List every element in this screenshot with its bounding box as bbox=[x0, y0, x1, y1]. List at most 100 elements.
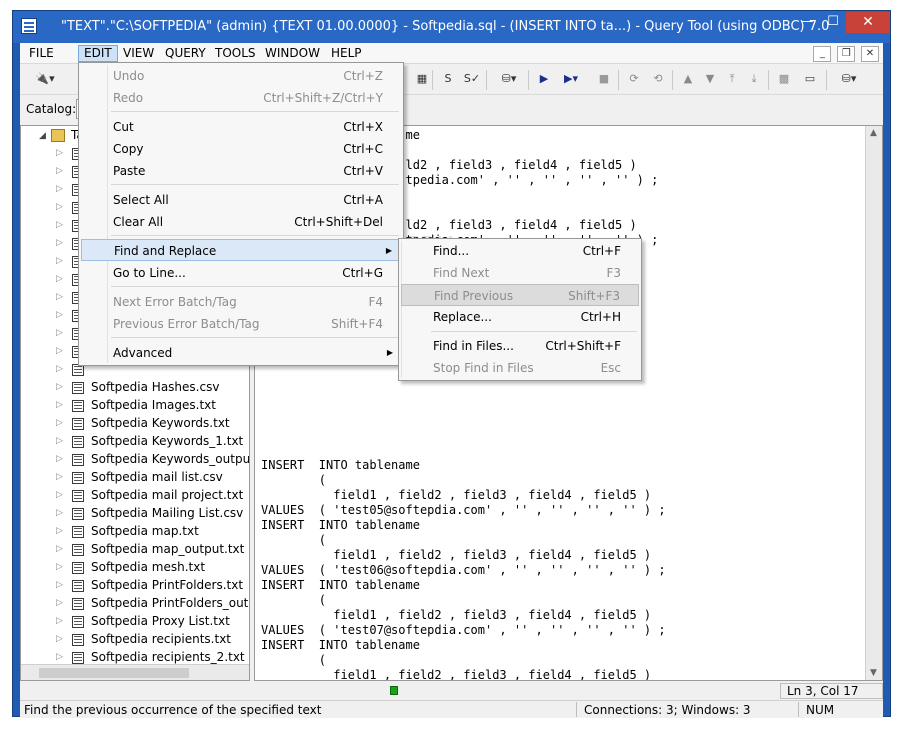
expand-icon[interactable]: ▷ bbox=[56, 184, 63, 194]
editor-vertical-scrollbar[interactable]: ▲ ▼ bbox=[865, 126, 882, 680]
menu-tools[interactable]: TOOLS bbox=[210, 45, 261, 62]
run-icon[interactable]: ▶ bbox=[534, 69, 554, 89]
menu-clear-all[interactable]: Clear All Ctrl+Shift+Del bbox=[81, 211, 401, 233]
expand-icon[interactable]: ▷ bbox=[56, 472, 63, 482]
tree-item[interactable]: ▷ Softpedia mail project.txt bbox=[21, 487, 249, 505]
tree-item[interactable]: ▷ Softpedia PrintFolders.txt bbox=[21, 577, 249, 595]
menu-go-to-line[interactable]: Go to Line... Ctrl+G bbox=[81, 262, 401, 284]
menu-select-all[interactable]: Select All Ctrl+A bbox=[81, 189, 401, 211]
expand-icon[interactable]: ▷ bbox=[56, 400, 63, 410]
menu-help[interactable]: HELP bbox=[326, 45, 367, 62]
menu-redo[interactable]: Redo Ctrl+Shift+Z/Ctrl+Y bbox=[81, 87, 401, 109]
menu-find-next[interactable]: Find Next F3 bbox=[401, 262, 639, 284]
mdi-restore-button[interactable]: ❐ bbox=[837, 46, 856, 62]
menu-cut[interactable]: Cut Ctrl+X bbox=[81, 116, 401, 138]
connect-icon[interactable]: 🔌▾ bbox=[30, 69, 60, 89]
sql-check-icon[interactable]: S✓ bbox=[462, 69, 482, 89]
stop-icon[interactable]: ■ bbox=[594, 69, 614, 89]
menu-view[interactable]: VIEW bbox=[118, 45, 159, 62]
tree-item[interactable]: ▷ Softpedia Keywords_outpu bbox=[21, 451, 249, 469]
tree-item[interactable]: ▷ Softpedia mesh.txt bbox=[21, 559, 249, 577]
expand-icon[interactable]: ▷ bbox=[56, 526, 63, 536]
panel-icon[interactable]: ▭ bbox=[800, 69, 820, 89]
tree-item[interactable]: ▷ Softpedia recipients.txt bbox=[21, 631, 249, 649]
tree-item[interactable]: ▷ Softpedia Images.txt bbox=[21, 397, 249, 415]
tree-item[interactable]: ▷ Softpedia Hashes.csv bbox=[21, 379, 249, 397]
menu-file[interactable]: FILE bbox=[24, 45, 59, 62]
expand-icon[interactable]: ▷ bbox=[56, 616, 63, 626]
menu-find-in-files[interactable]: Find in Files... Ctrl+Shift+F bbox=[401, 335, 639, 357]
expand-icon[interactable]: ▷ bbox=[56, 148, 63, 158]
collapse-icon[interactable]: ◢ bbox=[39, 131, 46, 141]
scroll-up-icon[interactable]: ▲ bbox=[870, 128, 877, 138]
tree-item[interactable]: ▷ Softpedia Keywords.txt bbox=[21, 415, 249, 433]
expand-icon[interactable]: ▷ bbox=[56, 490, 63, 500]
tree-item[interactable]: ▷ Softpedia PrintFolders_out bbox=[21, 595, 249, 613]
title-bar[interactable]: "TEXT"."C:\SOFTPEDIA" (admin) {TEXT 01.0… bbox=[13, 11, 890, 43]
menu-query[interactable]: QUERY bbox=[160, 45, 211, 62]
sql-icon[interactable]: S bbox=[438, 69, 458, 89]
menu-find[interactable]: Find... Ctrl+F bbox=[401, 240, 639, 262]
expand-icon[interactable]: ▷ bbox=[56, 346, 63, 356]
expand-icon[interactable]: ▷ bbox=[56, 166, 63, 176]
run-to-file-icon[interactable]: ▶▾ bbox=[556, 69, 586, 89]
expand-icon[interactable]: ▷ bbox=[56, 328, 63, 338]
expand-icon[interactable]: ▷ bbox=[56, 436, 63, 446]
rollback-icon[interactable]: ⟲ bbox=[648, 69, 668, 89]
expand-icon[interactable]: ▷ bbox=[56, 292, 63, 302]
tree-item[interactable]: ▷ Softpedia Mailing List.csv bbox=[21, 505, 249, 523]
expand-icon[interactable]: ▷ bbox=[56, 220, 63, 230]
tree-horizontal-scrollbar[interactable] bbox=[21, 664, 249, 680]
tb-hidden-icon[interactable]: ▦ bbox=[412, 69, 432, 89]
app-icon[interactable] bbox=[21, 18, 37, 34]
mdi-close-button[interactable]: ✕ bbox=[861, 46, 879, 62]
menu-paste[interactable]: Paste Ctrl+V bbox=[81, 160, 401, 182]
menu-replace[interactable]: Replace... Ctrl+H bbox=[401, 306, 639, 328]
scroll-down-icon[interactable]: ▼ bbox=[870, 668, 877, 678]
mdi-minimize-button[interactable]: _ bbox=[813, 46, 832, 62]
expand-icon[interactable]: ▷ bbox=[56, 364, 63, 374]
tree-item[interactable]: ▷ Softpedia mail list.csv bbox=[21, 469, 249, 487]
move-top-icon[interactable]: ⤒ bbox=[722, 69, 742, 89]
menu-undo[interactable]: Undo Ctrl+Z bbox=[81, 65, 401, 87]
expand-icon[interactable]: ▷ bbox=[56, 202, 63, 212]
expand-icon[interactable]: ▷ bbox=[56, 454, 63, 464]
expand-icon[interactable]: ▷ bbox=[56, 310, 63, 320]
close-button[interactable]: ✕ bbox=[846, 12, 890, 33]
expand-icon[interactable]: ▷ bbox=[56, 544, 63, 554]
expand-icon[interactable]: ▷ bbox=[56, 508, 63, 518]
expand-icon[interactable]: ▷ bbox=[56, 580, 63, 590]
options-icon[interactable]: ⛁▾ bbox=[832, 69, 866, 89]
expand-icon[interactable]: ▷ bbox=[56, 238, 63, 248]
menu-next-error[interactable]: Next Error Batch/Tag F4 bbox=[81, 291, 401, 313]
expand-icon[interactable]: ▷ bbox=[56, 274, 63, 284]
move-up-icon[interactable]: ▲ bbox=[678, 69, 698, 89]
tree-item[interactable]: ▷ Softpedia map_output.txt bbox=[21, 541, 249, 559]
commit-icon[interactable]: ⟳ bbox=[624, 69, 644, 89]
menu-find-previous[interactable]: Find Previous Shift+F3 bbox=[401, 284, 639, 306]
expand-icon[interactable]: ▷ bbox=[56, 562, 63, 572]
expand-icon[interactable]: ▷ bbox=[56, 598, 63, 608]
expand-icon[interactable]: ▷ bbox=[56, 418, 63, 428]
expand-icon[interactable]: ▷ bbox=[56, 652, 63, 662]
menu-window[interactable]: WINDOW bbox=[260, 45, 325, 62]
expand-icon[interactable]: ▷ bbox=[56, 382, 63, 392]
expand-icon[interactable]: ▷ bbox=[56, 634, 63, 644]
menu-edit[interactable]: EDIT bbox=[78, 45, 118, 62]
tree-item[interactable]: ▷ Softpedia map.txt bbox=[21, 523, 249, 541]
menu-previous-error[interactable]: Previous Error Batch/Tag Shift+F4 bbox=[81, 313, 401, 335]
menu-find-and-replace[interactable]: Find and Replace ▶ bbox=[81, 239, 401, 261]
table-icon bbox=[72, 544, 84, 556]
menu-stop-find-in-files[interactable]: Stop Find in Files Esc bbox=[401, 357, 639, 379]
menu-copy[interactable]: Copy Ctrl+C bbox=[81, 138, 401, 160]
move-bottom-icon[interactable]: ⤓ bbox=[744, 69, 764, 89]
move-down-icon[interactable]: ▼ bbox=[700, 69, 720, 89]
menu-advanced[interactable]: Advanced ▶ bbox=[81, 342, 401, 364]
tree-item[interactable]: ▷ Softpedia Keywords_1.txt bbox=[21, 433, 249, 451]
grid-icon[interactable]: ▩ bbox=[774, 69, 794, 89]
tree-item[interactable]: ▷ Softpedia Proxy List.txt bbox=[21, 613, 249, 631]
expand-icon[interactable]: ▷ bbox=[56, 256, 63, 266]
maximize-button[interactable]: ☐ bbox=[820, 12, 846, 33]
minimize-button[interactable]: — bbox=[794, 12, 820, 33]
database-icon[interactable]: ⛁▾ bbox=[494, 69, 524, 89]
